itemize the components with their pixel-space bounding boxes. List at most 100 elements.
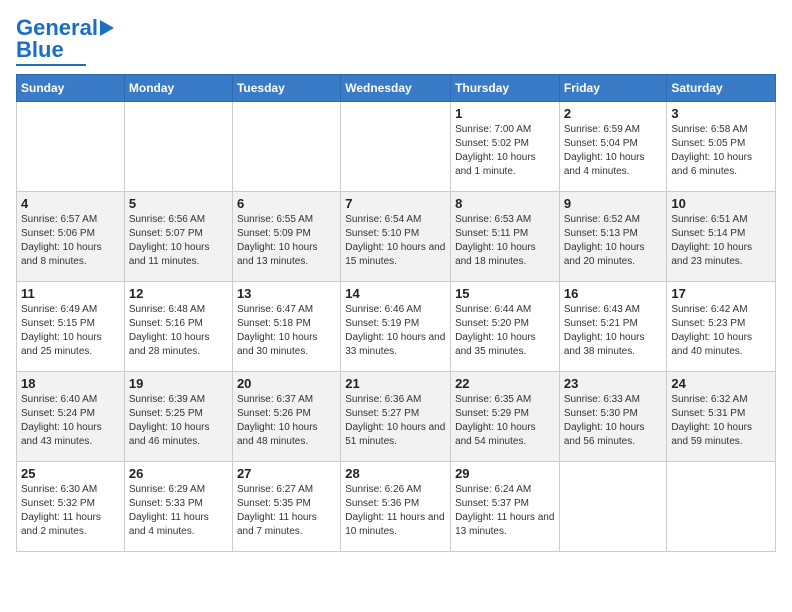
calendar-cell: 28 Sunrise: 6:26 AM Sunset: 5:36 PM Dayli… [341, 462, 451, 552]
calendar-cell: 11Sunrise: 6:49 AM Sunset: 5:15 PM Dayli… [17, 282, 125, 372]
day-number: 13 [237, 286, 336, 301]
logo: General Blue [16, 16, 114, 66]
day-number: 10 [671, 196, 771, 211]
calendar-week-row: 4Sunrise: 6:57 AM Sunset: 5:06 PM Daylig… [17, 192, 776, 282]
day-info: Sunrise: 6:51 AM Sunset: 5:14 PM Dayligh… [671, 213, 771, 269]
day-info: Sunrise: 6:37 AM Sunset: 5:26 PM Dayligh… [237, 393, 336, 449]
page-header: General Blue [16, 16, 776, 66]
day-info: Sunrise: 6:36 AM Sunset: 5:27 PM Dayligh… [345, 393, 446, 449]
day-number: 11 [21, 286, 120, 301]
day-number: 25 [21, 466, 120, 481]
day-number: 26 [129, 466, 228, 481]
calendar-cell: 1 Sunrise: 7:00 AM Sunset: 5:02 PM Daylig… [451, 102, 560, 192]
calendar-cell: 8Sunrise: 6:53 AM Sunset: 5:11 PM Daylig… [451, 192, 560, 282]
day-number: 6 [237, 196, 336, 211]
calendar-week-row: 25 Sunrise: 6:30 AM Sunset: 5:32 PM Dayli… [17, 462, 776, 552]
day-of-week-header: Monday [124, 75, 232, 102]
calendar-cell: 29 Sunrise: 6:24 AM Sunset: 5:37 PM Dayli… [451, 462, 560, 552]
day-number: 18 [21, 376, 120, 391]
day-number: 2 [564, 106, 663, 121]
calendar-cell: 5 Sunrise: 6:56 AM Sunset: 5:07 PM Daylig… [124, 192, 232, 282]
day-info: Sunrise: 6:46 AM Sunset: 5:19 PM Dayligh… [345, 303, 446, 359]
calendar-cell: 27Sunrise: 6:27 AM Sunset: 5:35 PM Dayli… [232, 462, 340, 552]
calendar-cell: 23 Sunrise: 6:33 AM Sunset: 5:30 PM Dayli… [559, 372, 667, 462]
calendar-cell [17, 102, 125, 192]
calendar-cell: 7 Sunrise: 6:54 AM Sunset: 5:10 PM Daylig… [341, 192, 451, 282]
day-number: 21 [345, 376, 446, 391]
day-number: 3 [671, 106, 771, 121]
day-of-week-header: Wednesday [341, 75, 451, 102]
calendar-cell: 19 Sunrise: 6:39 AM Sunset: 5:25 PM Dayli… [124, 372, 232, 462]
calendar-cell: 17 Sunrise: 6:42 AM Sunset: 5:23 PM Dayli… [667, 282, 776, 372]
calendar-week-row: 1 Sunrise: 7:00 AM Sunset: 5:02 PM Daylig… [17, 102, 776, 192]
logo-text-blue: Blue [16, 38, 64, 62]
calendar-cell: 20 Sunrise: 6:37 AM Sunset: 5:26 PM Dayli… [232, 372, 340, 462]
day-info: Sunrise: 6:40 AM Sunset: 5:24 PM Dayligh… [21, 393, 120, 449]
day-info: Sunrise: 6:30 AM Sunset: 5:32 PM Dayligh… [21, 483, 120, 539]
day-of-week-header: Sunday [17, 75, 125, 102]
day-number: 15 [455, 286, 555, 301]
day-number: 17 [671, 286, 771, 301]
day-info: Sunrise: 6:24 AM Sunset: 5:37 PM Dayligh… [455, 483, 555, 539]
day-number: 22 [455, 376, 555, 391]
day-info: Sunrise: 6:42 AM Sunset: 5:23 PM Dayligh… [671, 303, 771, 359]
calendar-cell: 18 Sunrise: 6:40 AM Sunset: 5:24 PM Dayli… [17, 372, 125, 462]
calendar-cell: 21 Sunrise: 6:36 AM Sunset: 5:27 PM Dayli… [341, 372, 451, 462]
calendar-cell: 24 Sunrise: 6:32 AM Sunset: 5:31 PM Dayli… [667, 372, 776, 462]
day-number: 29 [455, 466, 555, 481]
day-info: Sunrise: 7:00 AM Sunset: 5:02 PM Dayligh… [455, 123, 555, 179]
calendar-cell: 26 Sunrise: 6:29 AM Sunset: 5:33 PM Dayli… [124, 462, 232, 552]
day-info: Sunrise: 6:39 AM Sunset: 5:25 PM Dayligh… [129, 393, 228, 449]
day-of-week-header: Saturday [667, 75, 776, 102]
calendar-cell [667, 462, 776, 552]
day-number: 7 [345, 196, 446, 211]
day-number: 20 [237, 376, 336, 391]
calendar-cell: 3 Sunrise: 6:58 AM Sunset: 5:05 PM Daylig… [667, 102, 776, 192]
day-info: Sunrise: 6:48 AM Sunset: 5:16 PM Dayligh… [129, 303, 228, 359]
calendar-cell: 6 Sunrise: 6:55 AM Sunset: 5:09 PM Daylig… [232, 192, 340, 282]
day-info: Sunrise: 6:47 AM Sunset: 5:18 PM Dayligh… [237, 303, 336, 359]
day-number: 4 [21, 196, 120, 211]
calendar-cell: 14 Sunrise: 6:46 AM Sunset: 5:19 PM Dayli… [341, 282, 451, 372]
day-info: Sunrise: 6:33 AM Sunset: 5:30 PM Dayligh… [564, 393, 663, 449]
day-info: Sunrise: 6:52 AM Sunset: 5:13 PM Dayligh… [564, 213, 663, 269]
day-number: 14 [345, 286, 446, 301]
calendar-cell [232, 102, 340, 192]
day-number: 1 [455, 106, 555, 121]
day-info: Sunrise: 6:44 AM Sunset: 5:20 PM Dayligh… [455, 303, 555, 359]
day-of-week-header: Thursday [451, 75, 560, 102]
calendar-cell: 25 Sunrise: 6:30 AM Sunset: 5:32 PM Dayli… [17, 462, 125, 552]
logo-arrow-icon [100, 20, 114, 36]
calendar-cell: 12 Sunrise: 6:48 AM Sunset: 5:16 PM Dayli… [124, 282, 232, 372]
day-info: Sunrise: 6:55 AM Sunset: 5:09 PM Dayligh… [237, 213, 336, 269]
calendar-cell: 4Sunrise: 6:57 AM Sunset: 5:06 PM Daylig… [17, 192, 125, 282]
day-number: 19 [129, 376, 228, 391]
calendar-table: SundayMondayTuesdayWednesdayThursdayFrid… [16, 74, 776, 552]
day-info: Sunrise: 6:56 AM Sunset: 5:07 PM Dayligh… [129, 213, 228, 269]
day-info: Sunrise: 6:58 AM Sunset: 5:05 PM Dayligh… [671, 123, 771, 179]
day-number: 9 [564, 196, 663, 211]
calendar-cell [341, 102, 451, 192]
day-info: Sunrise: 6:29 AM Sunset: 5:33 PM Dayligh… [129, 483, 228, 539]
calendar-cell: 10 Sunrise: 6:51 AM Sunset: 5:14 PM Dayli… [667, 192, 776, 282]
calendar-cell: 16Sunrise: 6:43 AM Sunset: 5:21 PM Dayli… [559, 282, 667, 372]
calendar-cell: 22 Sunrise: 6:35 AM Sunset: 5:29 PM Dayli… [451, 372, 560, 462]
day-info: Sunrise: 6:54 AM Sunset: 5:10 PM Dayligh… [345, 213, 446, 269]
day-number: 5 [129, 196, 228, 211]
day-number: 12 [129, 286, 228, 301]
day-info: Sunrise: 6:35 AM Sunset: 5:29 PM Dayligh… [455, 393, 555, 449]
day-info: Sunrise: 6:32 AM Sunset: 5:31 PM Dayligh… [671, 393, 771, 449]
calendar-cell: 13 Sunrise: 6:47 AM Sunset: 5:18 PM Dayli… [232, 282, 340, 372]
day-number: 8 [455, 196, 555, 211]
calendar-header-row: SundayMondayTuesdayWednesdayThursdayFrid… [17, 75, 776, 102]
day-number: 24 [671, 376, 771, 391]
day-of-week-header: Tuesday [232, 75, 340, 102]
day-info: Sunrise: 6:26 AM Sunset: 5:36 PM Dayligh… [345, 483, 446, 539]
day-number: 28 [345, 466, 446, 481]
day-info: Sunrise: 6:27 AM Sunset: 5:35 PM Dayligh… [237, 483, 336, 539]
day-number: 23 [564, 376, 663, 391]
calendar-cell: 2Sunrise: 6:59 AM Sunset: 5:04 PM Daylig… [559, 102, 667, 192]
calendar-week-row: 11Sunrise: 6:49 AM Sunset: 5:15 PM Dayli… [17, 282, 776, 372]
day-of-week-header: Friday [559, 75, 667, 102]
logo-underline [16, 64, 86, 66]
